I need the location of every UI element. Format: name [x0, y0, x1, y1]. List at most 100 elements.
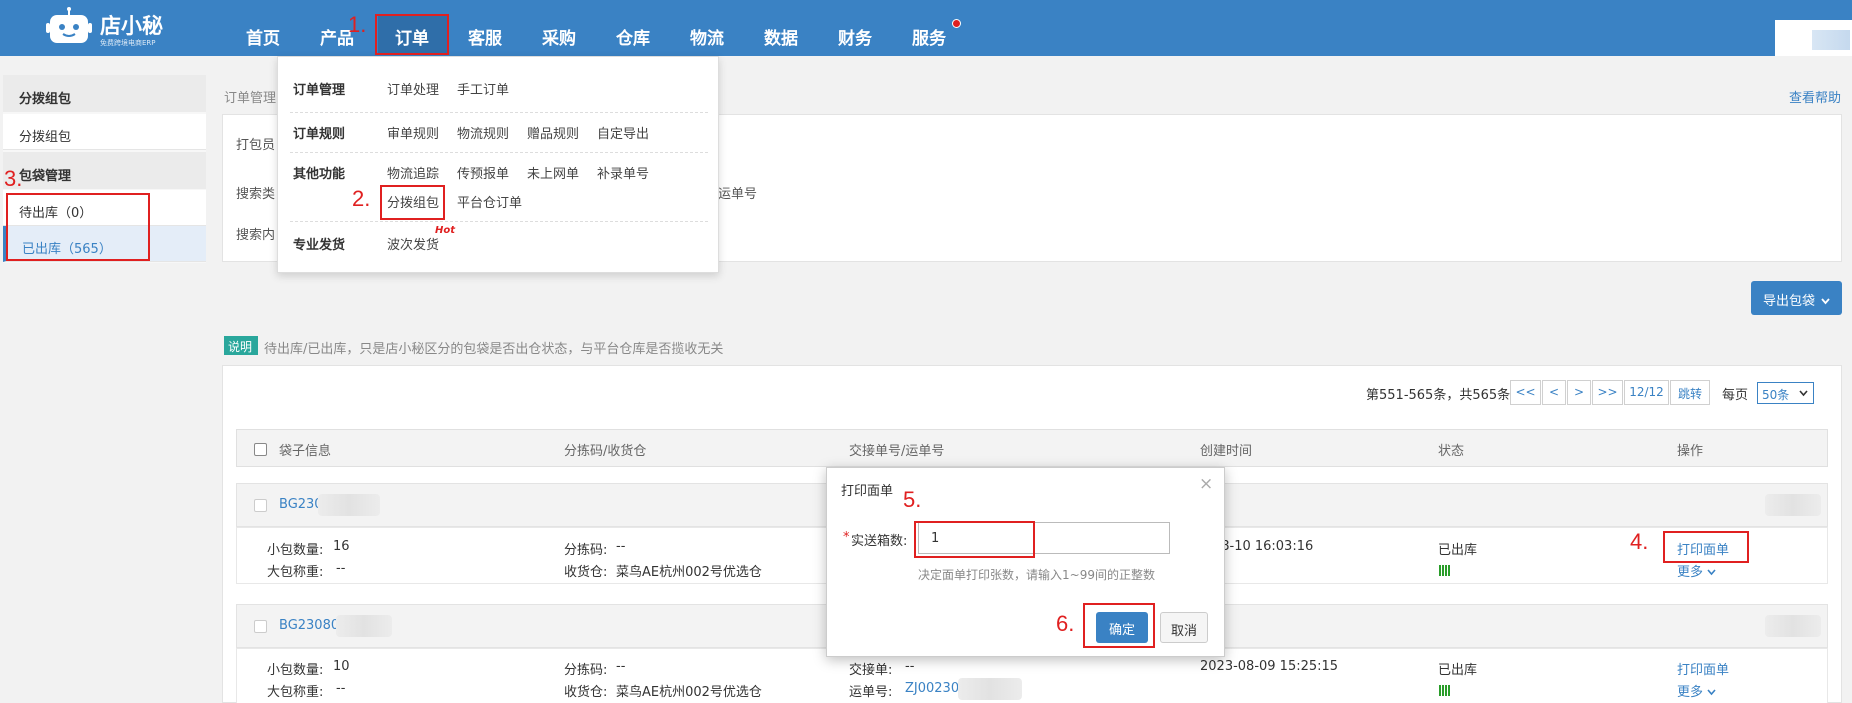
pager-first-button[interactable]: << [1510, 380, 1541, 405]
menu-logistics-tracking[interactable]: 物流追踪 [387, 163, 439, 182]
more-actions-link[interactable]: 更多 [1677, 681, 1716, 700]
search-type-label: 搜索类 [236, 187, 276, 202]
pager-last-button[interactable]: >> [1592, 380, 1623, 405]
status: 已出库 [1438, 543, 1478, 558]
annotation-box-distribution-pack [380, 185, 445, 220]
nav-home[interactable]: 首页 [246, 24, 280, 49]
packer-label: 打包员 [236, 138, 276, 153]
per-page-select[interactable]: 50条 [1757, 382, 1814, 404]
redacted-bag-suffix [318, 494, 380, 516]
user-account-box[interactable] [1775, 20, 1852, 56]
nav-warehouse[interactable]: 仓库 [616, 24, 650, 49]
sidebar-item-distribution-pack[interactable]: 分拨组包 [3, 114, 206, 150]
chevron-down-icon [1799, 390, 1808, 397]
barcode-icon[interactable] [1439, 685, 1450, 696]
warehouse-label: 收货仓: [564, 565, 608, 580]
sort-code-label: 分拣码: [564, 663, 608, 678]
pager-next-button[interactable]: > [1567, 380, 1591, 405]
menu-upload-forecast[interactable]: 传预报单 [457, 163, 509, 182]
menu-manual-order[interactable]: 手工订单 [457, 79, 509, 98]
menu-group-order-management: 订单管理 [293, 83, 346, 98]
chevron-down-icon [1821, 298, 1830, 305]
menu-platform-warehouse-order[interactable]: 平台仓订单 [457, 192, 522, 211]
menu-group-other-functions: 其他功能 [293, 167, 346, 182]
small-count-label: 小包数量: [267, 543, 324, 558]
per-page-label: 每页 [1722, 388, 1749, 403]
annotation-step-1: 1. [348, 12, 367, 37]
top-navbar: 店小秘 免费跨境电商ERP 首页 产品 订单 客服 采购 仓库 物流 数据 财务… [0, 0, 1852, 56]
required-mark: * [843, 530, 850, 545]
close-icon[interactable]: × [1199, 474, 1213, 494]
menu-supplement-number[interactable]: 补录单号 [597, 163, 649, 182]
sidebar-section-bag-management: 包袋管理 [3, 152, 206, 189]
search-content-label: 搜索内 [236, 228, 276, 243]
app-logo[interactable]: 店小秘 免费跨境电商ERP [46, 4, 176, 50]
annotation-box-input [914, 521, 1035, 558]
nav-finance[interactable]: 财务 [838, 24, 872, 49]
note-tag: 说明 [224, 336, 258, 355]
waybill-number[interactable]: ZJ00230 [905, 681, 959, 696]
menu-order-processing[interactable]: 订单处理 [387, 79, 439, 98]
annotation-step-6: 6. [1056, 611, 1075, 636]
menu-logistics-rules[interactable]: 物流规则 [457, 123, 509, 142]
table-header [236, 429, 1828, 467]
handover-number: -- [905, 659, 915, 674]
dialog-title: 打印面单 [841, 484, 894, 499]
print-label-link[interactable]: 打印面单 [1677, 659, 1729, 678]
select-all-checkbox[interactable] [254, 443, 267, 456]
note-text: 待出库/已出库，只是店小秘区分的包袋是否出仓状态，与平台仓库是否揽收无关 [264, 342, 724, 357]
export-bags-button[interactable]: 导出包袋 [1751, 281, 1842, 315]
created-time: 2023-08-09 15:25:15 [1200, 659, 1339, 674]
annotation-step-2: 2. [352, 186, 371, 211]
menu-divider [290, 221, 708, 222]
redacted-waybill-suffix [958, 678, 1022, 700]
annotation-box-confirm [1083, 603, 1155, 648]
cancel-button[interactable]: 取消 [1160, 612, 1208, 643]
annotation-step-3: 3. [4, 166, 23, 191]
annotation-step-5: 5. [903, 487, 922, 512]
nav-services[interactable]: 服务 [912, 24, 946, 49]
brand-subtitle: 免费跨境电商ERP [100, 39, 156, 47]
nav-logistics[interactable]: 物流 [690, 24, 724, 49]
more-actions-link[interactable]: 更多 [1677, 561, 1716, 580]
menu-review-rules[interactable]: 审单规则 [387, 123, 439, 142]
nav-purchasing[interactable]: 采购 [542, 24, 576, 49]
sort-code: -- [616, 659, 626, 674]
menu-wave-shipping[interactable]: 波次发货 [387, 234, 439, 253]
help-link[interactable]: 查看帮助 [1789, 87, 1841, 106]
col-status: 状态 [1438, 444, 1465, 459]
col-bag-info: 袋子信息 [279, 444, 332, 459]
menu-divider [290, 112, 708, 113]
small-count: 10 [333, 659, 350, 674]
menu-gift-rules[interactable]: 赠品规则 [527, 123, 579, 142]
redacted-value [1765, 494, 1821, 516]
row-checkbox[interactable] [254, 620, 267, 633]
menu-group-pro-shipping: 专业发货 [293, 238, 346, 253]
nav-customer-service[interactable]: 客服 [468, 24, 502, 49]
barcode-icon[interactable] [1439, 565, 1450, 576]
pager-jump-button[interactable]: 跳转 [1670, 380, 1710, 405]
robot-logo-icon [46, 7, 92, 43]
menu-group-order-rules: 订单规则 [293, 127, 346, 142]
menu-not-online[interactable]: 未上网单 [527, 163, 579, 182]
chevron-down-icon [1707, 689, 1716, 696]
brand-name: 店小秘 [100, 14, 163, 38]
chevron-down-icon [1707, 569, 1716, 576]
export-bags-label: 导出包袋 [1763, 294, 1816, 309]
nav-data[interactable]: 数据 [764, 24, 798, 49]
menu-custom-export[interactable]: 自定导出 [597, 123, 649, 142]
sort-code-label: 分拣码: [564, 543, 608, 558]
pager-prev-button[interactable]: < [1542, 380, 1566, 405]
per-page-value: 50条 [1762, 388, 1790, 402]
row-checkbox[interactable] [254, 499, 267, 512]
box-count-label: 实送箱数: [851, 534, 908, 549]
notification-dot [952, 19, 961, 28]
redacted-bag-suffix [336, 615, 392, 637]
bag-number[interactable]: BG23080 [279, 618, 339, 633]
waybill-label: 运单号: [849, 685, 893, 700]
hot-badge: Hot [435, 225, 456, 236]
big-weight: -- [336, 561, 346, 576]
waybill-option[interactable]: 运单号 [718, 183, 757, 202]
orders-dropdown-menu: 订单管理 订单处理 手工订单 订单规则 审单规则 物流规则 赠品规则 自定导出 … [277, 56, 719, 273]
small-count-label: 小包数量: [267, 663, 324, 678]
